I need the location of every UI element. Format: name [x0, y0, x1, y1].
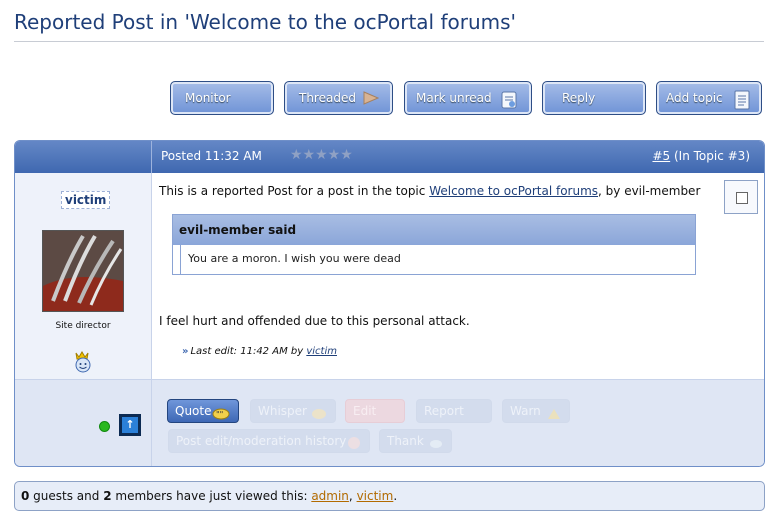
reply-label: Reply — [562, 91, 596, 105]
whisper-button[interactable]: Whisper — [250, 399, 336, 423]
viewer-link-admin[interactable]: admin — [311, 489, 349, 503]
poster-username[interactable]: victim — [61, 191, 111, 209]
last-edit: » Last edit: 11:42 AM by victim — [182, 346, 337, 357]
quote-author: evil-member said — [173, 215, 695, 245]
mark-unread-label: Mark unread — [416, 91, 492, 105]
thank-label: Thank — [387, 434, 424, 448]
rating-stars[interactable]: ★★★★★ — [290, 147, 353, 163]
reply-button[interactable]: Reply — [542, 81, 646, 115]
threaded-label: Threaded — [299, 91, 356, 105]
poster-title: Site director — [55, 321, 111, 331]
post-date: Posted 11:32 AM — [161, 149, 262, 163]
viewers-text-2: members have just viewed this: — [111, 489, 312, 503]
viewers-end: . — [393, 489, 398, 503]
post-header: Posted 11:32 AM ★★★★★ #5 (In Topic #3) — [15, 141, 764, 173]
add-topic-button[interactable]: Add topic — [656, 81, 762, 115]
post-history-button[interactable]: Post edit/moderation history — [168, 429, 370, 453]
quote-label: Quote — [175, 404, 212, 418]
rank-icon — [71, 349, 95, 377]
recent-viewers-bar: 0 guests and 2 members have just viewed … — [14, 481, 765, 511]
monitor-button[interactable]: Monitor — [170, 81, 274, 115]
viewers-text-1: guests and — [29, 489, 104, 503]
warning-icon — [547, 405, 561, 427]
whisper-icon — [311, 405, 327, 427]
warn-button[interactable]: Warn — [502, 399, 570, 423]
quote-text: You are a moron. I wish you were dead — [180, 245, 696, 275]
page-title: Reported Post in 'Welcome to the ocPorta… — [14, 10, 517, 34]
thank-icon — [429, 435, 443, 457]
member-count: 2 — [103, 489, 112, 503]
last-edit-user-link[interactable]: victim — [306, 346, 337, 357]
back-to-top-button[interactable]: ↑ — [119, 414, 141, 436]
warn-label: Warn — [510, 404, 541, 418]
viewers-separator: , — [348, 489, 357, 503]
avatar — [42, 230, 124, 312]
header-divider — [151, 141, 152, 173]
history-icon — [347, 435, 361, 457]
edit-label: Edit — [353, 404, 377, 418]
quote-block: evil-member said You are a moron. I wish… — [172, 214, 696, 275]
thank-button[interactable]: Thank — [379, 429, 452, 453]
select-post-checkbox[interactable] — [724, 180, 758, 214]
quote-button[interactable]: Quote "" — [167, 399, 239, 423]
edit-button[interactable]: Edit — [345, 399, 405, 423]
post-history-label: Post edit/moderation history — [176, 434, 347, 448]
unread-document-icon — [499, 90, 519, 113]
mark-unread-button[interactable]: Mark unread — [404, 81, 532, 115]
arrow-right-icon — [362, 90, 380, 109]
monitor-label: Monitor — [185, 91, 231, 105]
arrow-up-icon: ↑ — [122, 417, 138, 433]
post-number-link[interactable]: #5 — [652, 149, 670, 163]
intro-prefix: This is a reported Post for a post in th… — [159, 184, 430, 198]
post-body: I feel hurt and offended due to this per… — [159, 314, 470, 328]
double-chevron-icon: » — [182, 346, 189, 357]
viewer-link-victim[interactable]: victim — [357, 489, 394, 503]
svg-text:"": "" — [216, 410, 223, 419]
add-topic-label: Add topic — [666, 91, 723, 105]
new-document-icon — [733, 90, 751, 113]
report-button[interactable]: Report — [416, 399, 492, 423]
intro-suffix: , by evil-member — [598, 184, 701, 198]
report-label: Report — [424, 404, 464, 418]
poster-status-bar: ↑ — [15, 379, 152, 466]
whisper-label: Whisper — [258, 404, 307, 418]
checkbox-box[interactable] — [736, 192, 748, 204]
post-intro: This is a reported Post for a post in th… — [159, 184, 700, 198]
quote-icon: "" — [212, 405, 230, 427]
post-actions: Quote "" Whisper Edit Report Warn Post e… — [152, 379, 764, 466]
post-number: #5 (In Topic #3) — [652, 149, 750, 163]
threaded-button[interactable]: Threaded — [284, 81, 393, 115]
title-divider — [14, 41, 764, 42]
post-content: This is a reported Post for a post in th… — [152, 173, 764, 379]
online-status-icon — [99, 421, 110, 432]
topic-link[interactable]: Welcome to ocPortal forums — [429, 184, 598, 198]
poster-info: victim Site director — [15, 173, 152, 379]
forum-post: Posted 11:32 AM ★★★★★ #5 (In Topic #3) v… — [14, 140, 765, 467]
post-in-topic: (In Topic #3) — [670, 149, 750, 163]
last-edit-text: Last edit: 11:42 AM by — [190, 346, 307, 357]
